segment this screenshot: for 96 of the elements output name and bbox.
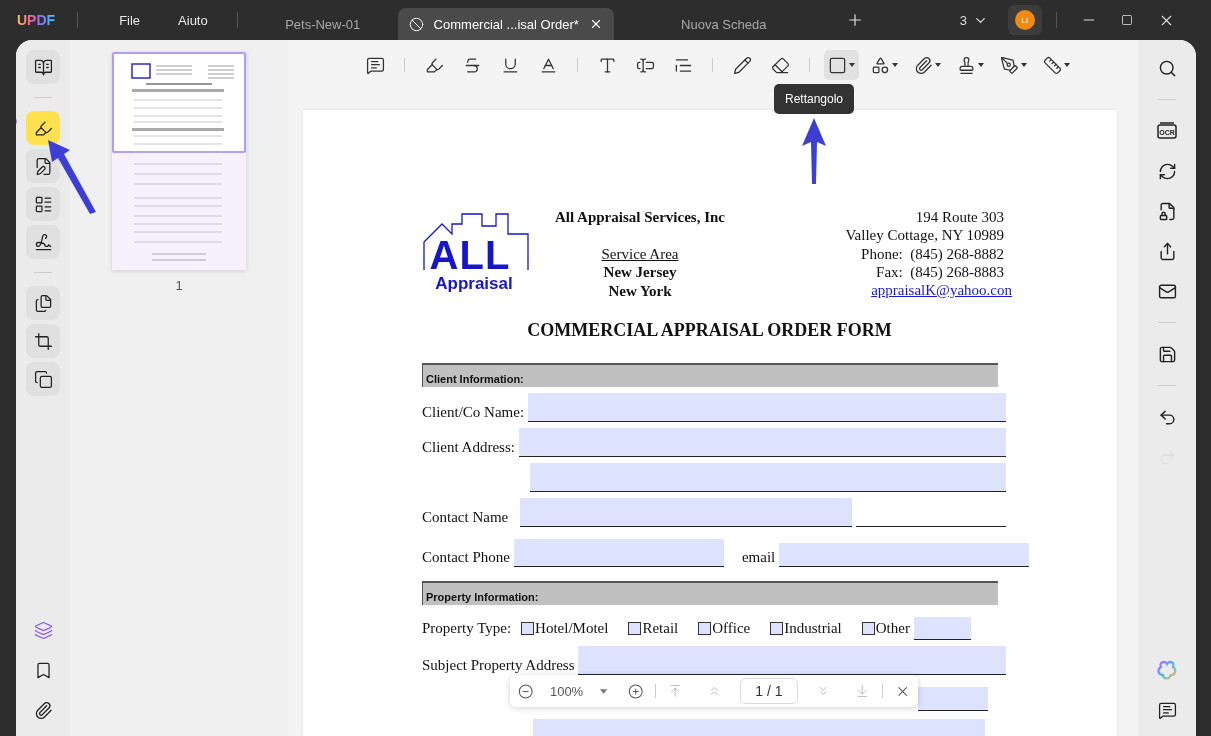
menu-item[interactable]: Aiuto xyxy=(178,12,208,28)
document-tab[interactable]: Nuova Scheda xyxy=(613,8,834,40)
shapes-icon[interactable] xyxy=(871,55,890,75)
clover-icon[interactable] xyxy=(1157,660,1177,680)
crossed-circle-icon xyxy=(408,16,424,32)
book-icon[interactable] xyxy=(33,57,53,77)
input-field[interactable] xyxy=(518,428,1006,457)
company-name: All Appraisal Services, Inc xyxy=(555,208,725,227)
address-line: 194 Route 303 xyxy=(915,208,1004,227)
input-field[interactable] xyxy=(779,543,1030,567)
input-field[interactable] xyxy=(520,498,853,527)
app-logo: UPDF xyxy=(17,12,56,28)
zoom-level[interactable]: 100% xyxy=(539,683,594,699)
address-line: Valley Cottage, NY 10989 xyxy=(845,226,1004,245)
list-icon[interactable] xyxy=(33,194,53,214)
field-label: Contact Phone xyxy=(422,549,510,567)
ruler-icon[interactable] xyxy=(1043,55,1062,75)
caret-icon xyxy=(1064,63,1070,67)
sidebar-tool[interactable] xyxy=(26,362,60,396)
caret-icon[interactable] xyxy=(599,688,607,694)
service-area: New Jersey xyxy=(603,263,677,282)
logo-text: Appraisal xyxy=(435,274,513,294)
caret-icon xyxy=(892,63,898,67)
search-icon[interactable] xyxy=(1157,58,1177,78)
zoom-in-icon[interactable] xyxy=(628,682,644,700)
caret-icon xyxy=(978,63,984,67)
input-field[interactable] xyxy=(913,617,971,640)
input-field[interactable] xyxy=(530,463,1006,492)
pen-icon[interactable] xyxy=(1000,55,1019,75)
logo-icon xyxy=(131,63,151,79)
field-label: Client Address: xyxy=(422,439,515,457)
stamp-icon[interactable] xyxy=(957,55,976,75)
tab-count-button[interactable]: 3 xyxy=(959,12,988,28)
checkbox[interactable] xyxy=(698,622,712,635)
sidebar-tool[interactable] xyxy=(26,50,60,84)
zoom-out-icon[interactable] xyxy=(518,682,534,700)
comment-icon[interactable] xyxy=(1157,700,1177,720)
caret-icon xyxy=(1021,63,1027,67)
caret-icon xyxy=(849,63,855,67)
checkbox-label: Other xyxy=(875,620,910,637)
field-label: Client/Co Name: xyxy=(422,404,525,422)
file-lock-icon[interactable] xyxy=(1157,201,1177,221)
paperclip-icon[interactable] xyxy=(33,700,53,720)
page-number: 1 xyxy=(175,278,183,293)
form-title: COMMERCIAL APPRAISAL ORDER FORM xyxy=(526,320,893,341)
sidebar-tool[interactable] xyxy=(26,187,60,221)
save-icon[interactable] xyxy=(1157,344,1177,364)
tooltip: Rettangolo xyxy=(774,84,855,114)
address-line: Fax: (845) 268-8883 xyxy=(876,262,1004,282)
convert-icon[interactable] xyxy=(1157,161,1177,181)
service-area-heading: Service Area xyxy=(601,244,679,263)
checkbox[interactable] xyxy=(861,622,875,635)
paperclip-icon[interactable] xyxy=(914,55,933,75)
checkbox-label: Hotel/Motel xyxy=(535,620,609,637)
email-link[interactable]: appraisalK@yahoo.con xyxy=(871,281,1012,300)
checkbox[interactable] xyxy=(770,622,784,635)
sidebar-tool[interactable] xyxy=(26,286,60,320)
page-thumbnail[interactable] xyxy=(112,52,246,270)
field-label: Property Type: xyxy=(422,619,512,638)
annotation-arrow xyxy=(800,116,828,186)
section-header: Client Information: xyxy=(422,363,998,387)
sidebar-tool[interactable] xyxy=(26,225,60,259)
section-header: Property Information: xyxy=(422,581,998,605)
field-label: email xyxy=(741,549,776,567)
checkbox[interactable] xyxy=(521,622,535,635)
share-icon[interactable] xyxy=(1157,241,1177,261)
input-field[interactable] xyxy=(513,539,724,567)
document-tab[interactable]: Commercial ...isal Order* xyxy=(397,8,614,40)
checkbox[interactable] xyxy=(628,622,642,635)
rectangle-icon[interactable] xyxy=(828,55,847,75)
files-icon[interactable] xyxy=(33,293,53,313)
menu-item[interactable]: File xyxy=(119,12,141,28)
signature-icon[interactable] xyxy=(33,232,53,252)
caret-icon xyxy=(935,63,941,67)
document-tab[interactable]: Pets-New-01 xyxy=(247,8,398,40)
maximize-icon[interactable] xyxy=(1120,14,1133,26)
input-field[interactable] xyxy=(918,687,988,711)
checkbox-label: Office xyxy=(712,620,751,637)
input-field[interactable] xyxy=(578,646,1006,675)
field-label: Contact Name xyxy=(422,509,509,527)
input-field[interactable] xyxy=(528,393,1006,422)
checkbox-label: Industrial xyxy=(784,620,842,637)
crop-icon[interactable] xyxy=(33,331,53,351)
checkbox-label: Retail xyxy=(642,620,679,637)
layers-icon[interactable] xyxy=(33,620,53,640)
annotation-tool[interactable] xyxy=(824,50,859,80)
page-number-field[interactable]: 1 / 1 xyxy=(739,678,799,704)
service-area: New York xyxy=(608,281,672,300)
logo-text: ALL xyxy=(429,236,511,274)
sidebar-tool[interactable] xyxy=(26,324,60,358)
sidebar-tool[interactable] xyxy=(26,149,60,183)
sidebar-tool[interactable] xyxy=(26,111,60,145)
copy-icon[interactable] xyxy=(33,369,53,389)
field-label: Subject Property Address xyxy=(422,657,575,675)
mail-icon[interactable] xyxy=(1157,281,1177,301)
address-line: Phone: (845) 268-8882 xyxy=(861,244,1004,263)
